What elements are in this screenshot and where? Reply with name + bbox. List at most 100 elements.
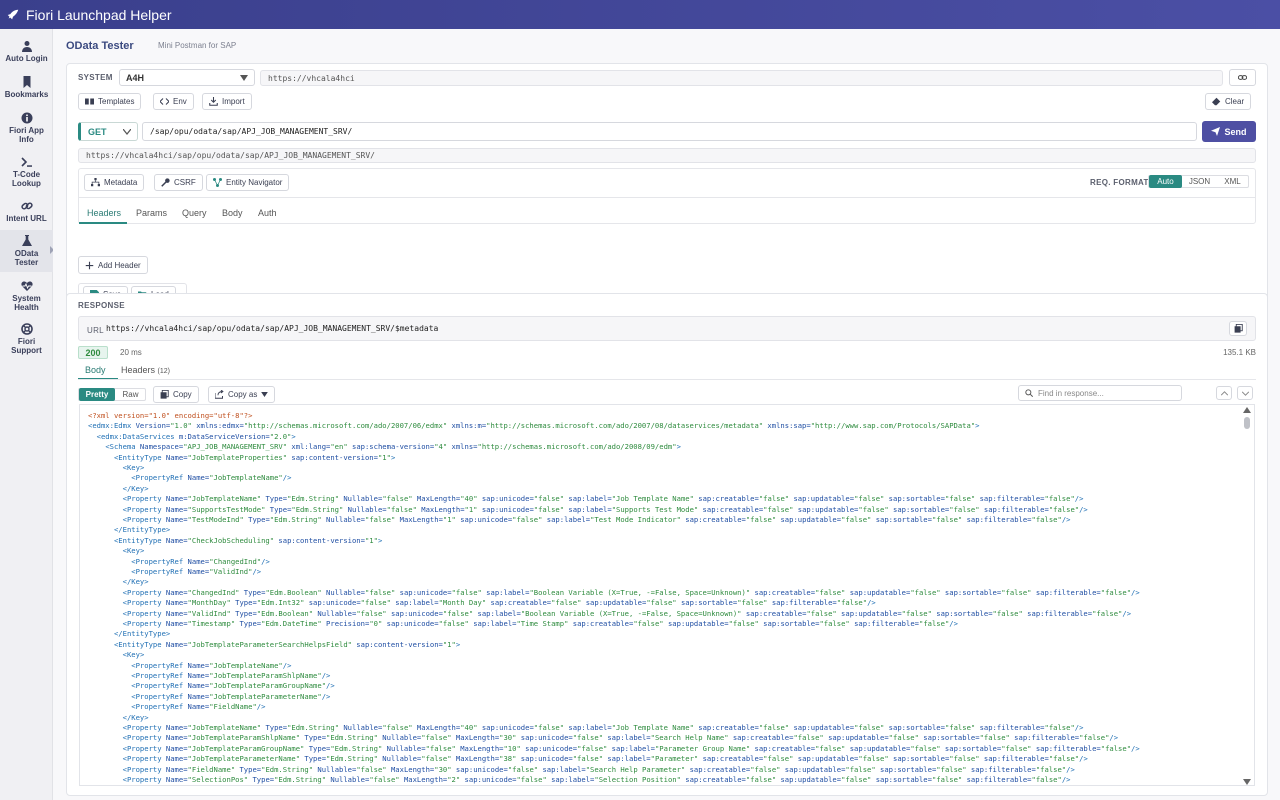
format-xml-option[interactable]: XML <box>1216 175 1249 188</box>
find-next-button[interactable] <box>1237 386 1253 400</box>
copy-as-dropdown[interactable]: Copy as <box>208 386 276 403</box>
format-xml-label: XML <box>1224 177 1241 186</box>
raw-label: Raw <box>122 390 139 399</box>
tab-headers[interactable]: Headers <box>87 208 121 218</box>
tab-body[interactable]: Body <box>222 208 243 218</box>
code-line: <edmx:Edmx Version="1.0" xmlns:edmx="htt… <box>88 421 980 431</box>
csrf-button[interactable]: CSRF <box>154 174 203 191</box>
view-mode-toggle: Pretty Raw <box>78 388 146 401</box>
pretty-option[interactable]: Pretty <box>79 388 115 401</box>
response-tab-body[interactable]: Body <box>85 365 106 375</box>
sitemap-icon <box>91 178 100 187</box>
format-json-option[interactable]: JSON <box>1183 175 1216 188</box>
sidebar-item-fiori-support[interactable]: Fiori Support <box>0 321 53 357</box>
add-header-button[interactable]: Add Header <box>78 256 148 274</box>
code-line: <EntityType Name="CheckJobScheduling" sa… <box>113 535 383 545</box>
import-button[interactable]: Import <box>202 93 252 110</box>
copy-icon <box>1234 324 1243 333</box>
divider <box>78 379 1256 380</box>
code-line: <Property Name="TestModeInd" Type="Edm.S… <box>122 515 1071 524</box>
format-auto-option[interactable]: Auto <box>1149 175 1182 188</box>
response-url-label: URL <box>87 326 104 335</box>
sidebar-item-label: T-Code Lookup <box>12 170 41 188</box>
copy-url-button[interactable] <box>1229 321 1247 336</box>
method-select[interactable]: GET <box>78 122 138 141</box>
full-url-preview: https://vhcala4hci/sap/opu/odata/sap/APJ… <box>78 148 1256 163</box>
response-tab-headers[interactable]: Headers (12) <box>121 365 170 375</box>
app-title: Fiori Launchpad Helper <box>26 6 172 23</box>
response-body-viewer[interactable]: <?xml version="1.0" encoding="utf-8"?> <e… <box>79 404 1255 786</box>
find-in-response-input[interactable]: Find in response... <box>1018 385 1182 401</box>
sidebar-item-bookmarks[interactable]: Bookmarks <box>0 74 53 110</box>
pretty-label: Pretty <box>85 390 109 399</box>
copy-response-button[interactable]: Copy <box>153 386 199 403</box>
sidebar-item-label: System Health <box>12 294 41 312</box>
response-time: 20 ms <box>120 348 142 357</box>
code-line: <EntityType Name="JobTemplateParameterSe… <box>113 639 461 649</box>
status-badge: 200 <box>78 346 108 359</box>
code-line: </EntityType> <box>113 629 171 639</box>
code-line: <Property Name="ChangedInd" Type="Edm.Bo… <box>122 587 1140 597</box>
system-select-value: A4H <box>126 72 145 83</box>
response-size: 135.1 KB <box>1223 348 1256 357</box>
code-line: <Property Name="JobTemplateParamGroupNam… <box>122 743 1140 753</box>
book-icon <box>85 98 94 105</box>
import-label: Import <box>222 97 245 106</box>
code-line: <PropertyRef Name="JobTemplateParamShlpN… <box>131 671 331 680</box>
page-subtitle: Mini Postman for SAP <box>158 41 237 50</box>
templates-label: Templates <box>98 97 135 106</box>
code-line: <EntityType Name="JobTemplateProperties"… <box>113 452 396 462</box>
terminal-icon <box>20 157 32 167</box>
find-placeholder: Find in response... <box>1038 388 1104 398</box>
tab-auth[interactable]: Auth <box>258 208 277 218</box>
entity-navigator-button[interactable]: Entity Navigator <box>206 174 290 191</box>
tab-params[interactable]: Params <box>136 208 167 218</box>
sidebar-item-fiori-app-info[interactable]: Fiori App Info <box>0 110 53 146</box>
send-button[interactable]: Send <box>1202 121 1256 142</box>
find-previous-button[interactable] <box>1216 386 1232 400</box>
scroll-thumb[interactable] <box>1244 417 1250 429</box>
tab-query[interactable]: Query <box>182 208 207 218</box>
path-input[interactable]: /sap/opu/odata/sap/APJ_JOB_MANAGEMENT_SR… <box>142 122 1197 141</box>
raw-option[interactable]: Raw <box>115 388 146 401</box>
code-line: <?xml version="1.0" encoding="utf-8"?> <box>88 411 253 420</box>
response-label: RESPONSE <box>78 301 125 310</box>
code-line: <Property Name="FieldName" Type="Edm.Str… <box>122 764 1075 774</box>
code-line: <Key> <box>122 463 145 472</box>
copy-link-button[interactable] <box>1229 69 1256 86</box>
code-line: <Property Name="JobTemplateParameterName… <box>122 754 1088 764</box>
chevron-down-icon <box>240 75 248 81</box>
code-line: <Property Name="Timestamp" Type="Edm.Dat… <box>122 619 958 628</box>
code-scrollbar[interactable] <box>1243 407 1251 785</box>
copy-icon <box>160 390 169 399</box>
user-icon <box>21 41 32 52</box>
format-auto-label: Auto <box>1157 177 1174 186</box>
sidebar-item-auto-login[interactable]: Auto Login <box>0 38 53 74</box>
chevron-down-icon <box>261 392 269 397</box>
code-line: <PropertyRef Name="JobTemplateParameterN… <box>131 691 331 701</box>
tab-params-label: Params <box>136 208 168 218</box>
sidebar-item-system-health[interactable]: System Health <box>0 278 53 314</box>
add-header-label: Add Header <box>98 260 141 270</box>
clear-label: Clear <box>1225 97 1245 106</box>
code-line: </Key> <box>122 577 149 587</box>
tab-headers-label: Headers <box>87 208 122 218</box>
templates-button[interactable]: Templates <box>78 93 142 110</box>
system-select[interactable]: A4H <box>119 69 255 86</box>
sidebar-item-odata-tester[interactable]: OData Tester <box>0 230 54 272</box>
heart-pulse-icon <box>20 281 33 291</box>
env-button[interactable]: Env <box>153 93 194 110</box>
metadata-button[interactable]: Metadata <box>84 174 145 191</box>
info-icon <box>21 112 32 124</box>
sidebar: Auto Login Bookmarks Fiori App Info T-Co… <box>0 29 54 800</box>
metadata-label: Metadata <box>104 178 138 187</box>
rocket-icon <box>7 9 19 19</box>
code-icon <box>160 98 169 105</box>
sidebar-item-intent-url[interactable]: Intent URL <box>0 198 53 234</box>
sidebar-item-t-code-lookup[interactable]: T-Code Lookup <box>0 154 53 190</box>
csrf-label: CSRF <box>174 178 196 187</box>
chevron-up-icon <box>1220 390 1228 396</box>
method-value: GET <box>88 126 107 137</box>
clear-button[interactable]: Clear <box>1205 93 1252 110</box>
code-line: </Key> <box>122 483 149 493</box>
